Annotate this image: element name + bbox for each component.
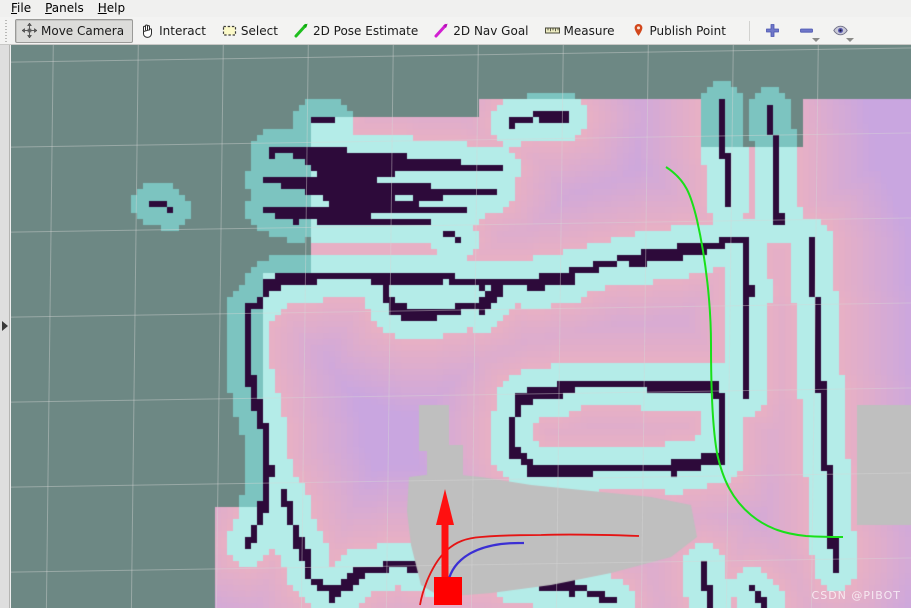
eye-icon [832, 22, 849, 39]
menu-help[interactable]: Help [91, 0, 132, 17]
add-tool-button[interactable] [760, 19, 786, 43]
displays-panel-collapsed[interactable] [0, 45, 10, 608]
menu-file-label-rest: ile [17, 1, 32, 15]
tool-publish-point[interactable]: Publish Point [624, 19, 735, 43]
tool-2d-nav-goal[interactable]: 2D Nav Goal [427, 19, 537, 43]
tool-interact-label: Interact [159, 23, 206, 38]
menu-bar: File Panels Help [0, 0, 911, 17]
menu-help-mnemonic: H [97, 1, 107, 15]
tool-interact[interactable]: Interact [133, 19, 215, 43]
interact-hand-icon [139, 22, 156, 39]
tool-measure-label: Measure [563, 23, 615, 38]
toolbar-separator [748, 20, 750, 41]
tool-visibility-button[interactable] [828, 19, 854, 43]
render-view-3d[interactable]: CSDN @PIBOT [11, 45, 911, 608]
robot-heading-arrow [436, 489, 454, 583]
rviz-window: File Panels Help Move Camera Interact Se… [0, 0, 911, 608]
pose-estimate-arrow-icon [293, 22, 310, 39]
tool-2d-pose-estimate-label: 2D Pose Estimate [312, 23, 419, 38]
plus-icon [764, 22, 781, 39]
chevron-down-icon[interactable] [811, 37, 820, 42]
tool-move-camera[interactable]: Move Camera [15, 18, 134, 43]
remove-tool-button[interactable] [794, 19, 820, 43]
global-plan-path [665, 166, 844, 538]
chevron-down-icon[interactable] [845, 37, 854, 42]
robot-footprint-marker [434, 577, 462, 605]
measure-ruler-icon [544, 22, 561, 39]
nav-goal-arrow-icon [433, 22, 450, 39]
path-overlay [419, 166, 844, 606]
menu-help-label-rest: elp [106, 1, 126, 15]
publish-point-marker-icon [630, 22, 647, 39]
select-rect-icon [221, 22, 238, 39]
tool-2d-pose-estimate[interactable]: 2D Pose Estimate [287, 19, 427, 43]
tool-select[interactable]: Select [215, 19, 287, 43]
tool-2d-nav-goal-label: 2D Nav Goal [453, 23, 529, 38]
move-camera-icon [21, 22, 38, 39]
menu-panels-label-rest: anels [51, 1, 84, 15]
tool-publish-point-label: Publish Point [649, 23, 726, 38]
toolbar-drag-grip[interactable] [2, 19, 11, 42]
expand-panel-handle[interactable] [2, 321, 8, 331]
menu-panels[interactable]: Panels [38, 0, 91, 17]
minus-icon [798, 22, 815, 39]
menu-panels-mnemonic: P [45, 1, 52, 15]
watermark-label: CSDN @PIBOT [811, 589, 901, 602]
menu-file[interactable]: File [4, 0, 38, 17]
tool-select-label: Select [240, 23, 278, 38]
tool-move-camera-label: Move Camera [41, 23, 125, 38]
tool-bar: Move Camera Interact Select 2D Pose Esti… [0, 17, 911, 45]
tool-measure[interactable]: Measure [538, 19, 624, 43]
